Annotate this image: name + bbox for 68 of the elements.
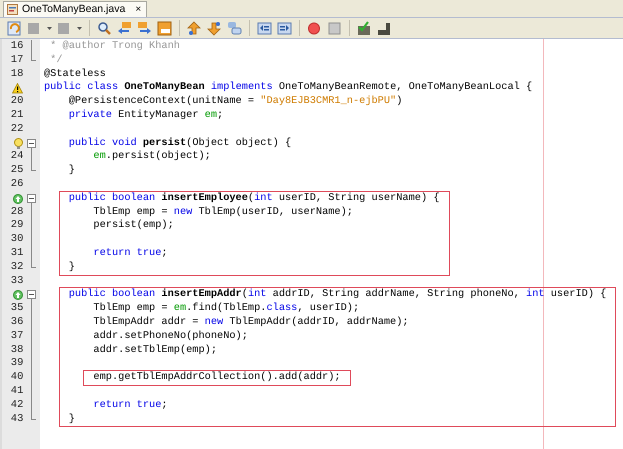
speech-bubbles-icon[interactable] <box>227 20 242 36</box>
line-number: 40 <box>10 371 24 385</box>
code-line: return true; <box>92 398 168 413</box>
line-number: 26 <box>10 178 24 192</box>
line-number: 42 <box>10 398 24 413</box>
line-number: 38 <box>10 344 24 358</box>
code-line: } <box>68 164 75 178</box>
code-line: public boolean insertEmpAddr(int addrID, String addrName, String phoneNo, int userID) { <box>68 288 606 302</box>
code-line: public boolean insertEmployee(int userID, String userName) { <box>68 192 440 206</box>
collapse-icon[interactable] <box>27 290 36 300</box>
arrow-up-circle-icon[interactable] <box>13 290 24 300</box>
code-line: public class OneToManyBean implements OneToManyBeanRemote, OneToManyBeanLocal { <box>44 81 532 96</box>
line-number: 24 <box>10 150 24 164</box>
collapse-icon[interactable] <box>27 194 36 203</box>
code-line: addr.setPhoneNo(phoneNo); <box>92 330 248 344</box>
line-number: 39 <box>10 357 24 372</box>
arrow-up-circle-icon[interactable] <box>13 194 24 204</box>
file-tab[interactable]: OneToManyBean.java × <box>3 1 148 17</box>
line-number: 35 <box>10 302 24 316</box>
line-number: 37 <box>10 330 24 344</box>
line-number: 43 <box>10 412 24 426</box>
code-line: return true; <box>92 246 168 261</box>
collapse-icon[interactable] <box>27 138 36 148</box>
line-number: 41 <box>10 384 24 399</box>
arrow-up-icon[interactable] <box>187 20 202 36</box>
code-line: public void persist(Object object) { <box>68 136 292 150</box>
line-number: 18 <box>10 68 24 82</box>
arrow-right-icon[interactable] <box>137 20 152 36</box>
code-line: } <box>68 412 75 426</box>
highlight-icon[interactable] <box>157 20 172 36</box>
code-line: } <box>68 260 75 275</box>
code-line: em.persist(object); <box>92 150 211 164</box>
line-number: 20 <box>10 95 24 109</box>
code-line: * @author Trong Khanh <box>49 40 180 54</box>
code-line: @PersistenceContext(unitName = "Day8EJB3CMR1_n-ejbPU") <box>68 95 402 109</box>
line-number: 28 <box>10 206 24 220</box>
line-number: 22 <box>10 122 24 137</box>
record-icon[interactable] <box>307 20 322 36</box>
check-document-icon[interactable] <box>357 20 372 36</box>
code-line: addr.setTblEmp(emp); <box>92 344 218 358</box>
close-button[interactable]: × <box>135 4 142 14</box>
line-number: 36 <box>10 316 24 330</box>
line-number: 25 <box>10 164 24 178</box>
line-number: 17 <box>10 54 24 68</box>
code-line: TblEmp emp = new TblEmp(userID, userName); <box>92 206 353 220</box>
line-number: 32 <box>10 260 24 275</box>
stop-icon[interactable] <box>327 20 342 36</box>
code-line: @Stateless <box>44 68 106 82</box>
shift-right-icon[interactable] <box>277 20 292 36</box>
line-number: 31 <box>10 246 24 261</box>
line-number: 29 <box>10 219 24 234</box>
l-shape-icon[interactable] <box>377 20 392 36</box>
line-number: 30 <box>10 233 24 247</box>
line-number: 33 <box>10 274 24 288</box>
line-number: 21 <box>10 108 24 123</box>
document-arrow-icon[interactable] <box>7 20 22 36</box>
java-file-icon <box>7 4 18 15</box>
line-number: 16 <box>10 40 24 54</box>
code-line: private EntityManager em; <box>68 108 224 123</box>
code-line: TblEmp emp = em.find(TblEmp.class, userID); <box>92 302 360 316</box>
code-line: emp.getTblEmpAddrCollection().add(addr); <box>92 371 341 385</box>
magnifier-icon[interactable] <box>97 20 112 36</box>
code-line: */ <box>49 54 63 68</box>
code-line: persist(emp); <box>92 219 174 234</box>
arrow-left-icon[interactable] <box>117 20 132 36</box>
shift-left-icon[interactable] <box>257 20 272 36</box>
code-line: TblEmpAddr addr = new TblEmpAddr(addrID, addrName); <box>92 316 409 330</box>
arrow-down-icon[interactable] <box>207 20 222 36</box>
